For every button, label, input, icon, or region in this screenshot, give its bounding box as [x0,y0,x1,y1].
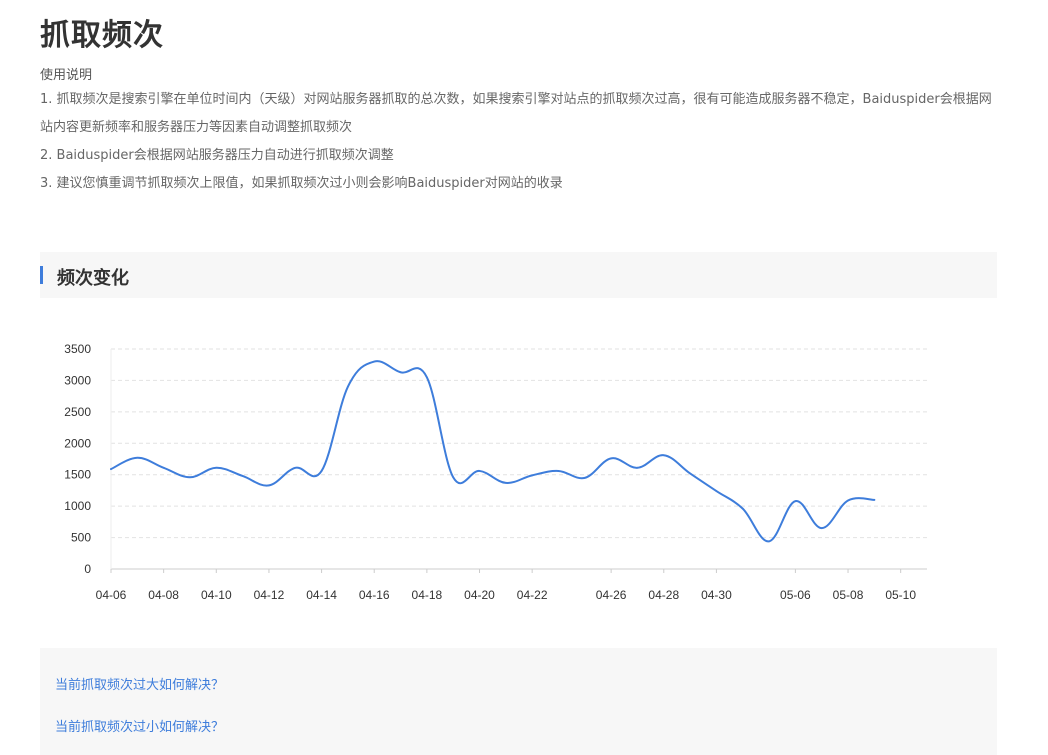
page-title: 抓取频次 [40,18,164,53]
chart-series [110,360,876,543]
section-header: 频次变化 [40,252,997,298]
data-point [110,468,112,470]
data-point [741,507,744,510]
data-point [320,470,323,472]
x-tick-label: 04-18 [412,588,443,602]
y-tick-label: 0 [84,562,91,576]
data-point [820,527,823,529]
usage-item-3: 3. 建议您慎重调节抓取频次上限值，如果抓取频次过小则会影响Baiduspide… [40,176,563,191]
series-line [110,360,876,543]
data-point [268,484,270,487]
x-tick-label: 04-28 [648,588,679,602]
data-point [636,467,639,469]
x-tick-label: 05-06 [780,588,811,602]
data-point [557,470,560,472]
data-point [715,490,718,492]
data-point [689,472,691,475]
usage-heading: 使用说明 [40,68,93,83]
faq-link-too-low[interactable]: 当前抓取频次过小如何解决？ [55,716,224,735]
x-tick-label: 04-12 [254,588,285,602]
data-point [610,457,612,460]
x-tick-label: 04-14 [306,588,337,602]
data-point [373,360,376,363]
data-point [215,467,218,469]
x-tick-label: 04-30 [701,588,732,602]
x-tick-label: 04-10 [201,588,232,602]
data-point [189,476,191,479]
x-tick-label: 04-08 [148,588,179,602]
usage-item-1: 1. 抓取频次是搜索引擎在单位时间内（天级）对网站服务器抓取的总次数，如果搜索引… [40,92,992,135]
section-title: 频次变化 [57,268,129,289]
y-tick-label: 2500 [64,405,91,419]
data-point [399,371,402,374]
data-point [136,456,139,459]
data-point [584,477,586,479]
x-tick-label: 04-22 [517,588,548,602]
data-point [847,499,849,502]
data-point [241,475,244,477]
y-tick-label: 3500 [64,342,91,356]
x-tick-label: 04-26 [596,588,627,602]
data-point [531,474,533,477]
faq-link-too-high[interactable]: 当前抓取频次过大如何解决？ [55,674,224,693]
y-tick-label: 2000 [64,436,91,450]
y-tick-label: 500 [71,531,91,545]
data-point [794,500,797,502]
y-tick-label: 1500 [64,468,91,482]
data-point [478,470,481,472]
x-tick-label: 04-06 [96,588,127,602]
section-accent-bar [40,266,43,284]
data-point [426,376,428,379]
x-tick-label: 05-10 [885,588,916,602]
data-point [505,482,507,484]
data-point [873,499,876,501]
data-point [768,540,770,543]
data-point [662,454,665,457]
x-tick-label: 04-16 [359,588,390,602]
usage-item-2: 2. Baiduspider会根据网站服务器压力自动进行抓取频次调整 [40,148,394,163]
x-tick-label: 05-08 [833,588,864,602]
frequency-line-chart: 0 500 1000 1500 2000 2500 3000 3500 04-06 04-08 04… [64,342,927,602]
faq-panel: 当前抓取频次过大如何解决？ 当前抓取频次过小如何解决？ [40,648,997,755]
data-point [294,467,297,469]
chart-axes: 0 500 1000 1500 2000 2500 3000 3500 04-06 04-08 04… [64,342,927,602]
data-point [452,476,454,479]
x-tick-label: 04-20 [464,588,495,602]
y-tick-label: 1000 [64,499,91,513]
data-point [347,385,349,388]
usage-instructions: 使用说明 1. 抓取频次是搜索引擎在单位时间内（天级）对网站服务器抓取的总次数，… [40,66,1000,198]
y-tick-label: 3000 [64,373,91,387]
data-point [162,467,165,469]
